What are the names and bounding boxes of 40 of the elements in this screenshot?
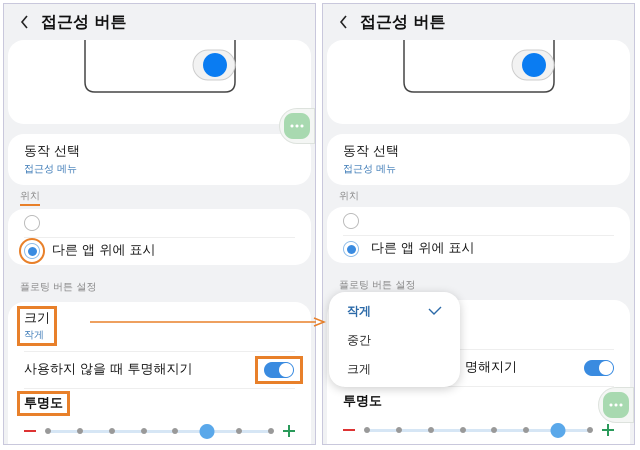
opacity-label: 투명도 xyxy=(17,390,70,416)
section-label: 플로팅 버튼 설정 xyxy=(339,280,416,290)
menu-item[interactable]: 작게 xyxy=(329,296,460,325)
slider-thumb[interactable] xyxy=(550,422,566,438)
action-label: 동작 선택 xyxy=(24,143,82,161)
menu-item[interactable]: 중간 xyxy=(329,325,460,354)
action-value: 접근성 메뉴 xyxy=(24,162,78,176)
radio-button[interactable] xyxy=(343,241,359,257)
section-label: 위치 xyxy=(339,190,359,204)
radio-button[interactable] xyxy=(24,243,40,259)
opacity-label: 투명도 xyxy=(343,392,382,411)
action-card[interactable]: 동작 선택 접근성 메뉴 xyxy=(327,134,630,184)
menu-item[interactable]: 크게 xyxy=(329,354,460,383)
option-label: 다른 앱 위에 표시 xyxy=(52,242,156,260)
toggle-label: 사용하지 않을 때 투명해지기 xyxy=(24,360,192,379)
opacity-slider[interactable] xyxy=(367,422,590,438)
page-title: 접근성 버튼 xyxy=(360,11,446,33)
back-icon[interactable] xyxy=(339,15,348,29)
toggle-label: 명해지기 xyxy=(465,358,517,377)
size-value: 작게 xyxy=(24,329,45,344)
toggle-switch[interactable] xyxy=(584,360,614,376)
plus-icon[interactable] xyxy=(283,425,295,438)
more-icon xyxy=(603,392,629,418)
plus-icon[interactable] xyxy=(602,424,614,436)
toggle-switch[interactable] xyxy=(264,362,294,378)
back-icon[interactable] xyxy=(20,15,29,29)
option-label: 다른 앱 위에 표시 xyxy=(371,240,474,258)
action-value: 접근성 메뉴 xyxy=(343,162,398,176)
section-label: 플로팅 버튼 설정 xyxy=(20,282,96,292)
section-label: 위치 xyxy=(20,188,40,206)
slider-thumb[interactable] xyxy=(200,424,215,439)
action-card[interactable]: 동작 선택 접근성 메뉴 xyxy=(8,134,311,184)
radio-button[interactable] xyxy=(343,212,359,228)
radio-button[interactable] xyxy=(24,214,40,230)
opacity-slider[interactable] xyxy=(48,423,271,440)
page-title: 접근성 버튼 xyxy=(41,11,127,33)
size-label: 크기 xyxy=(24,310,50,328)
action-label: 동작 선택 xyxy=(343,143,400,161)
check-icon xyxy=(428,306,442,316)
more-icon xyxy=(284,113,310,139)
